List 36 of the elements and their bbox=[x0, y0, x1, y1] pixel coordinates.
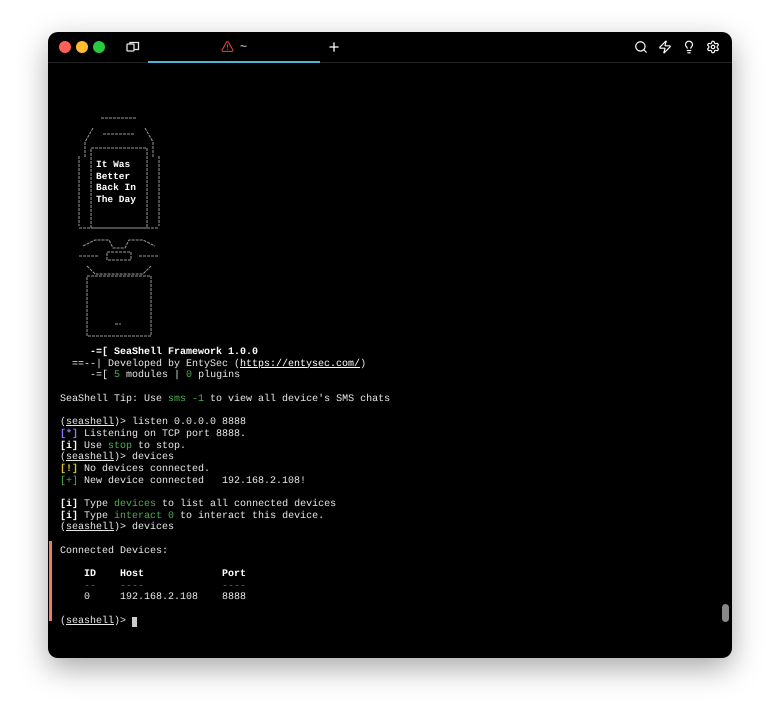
terminal-line: [!] No devices connected. bbox=[60, 464, 210, 476]
zoom-button[interactable] bbox=[93, 41, 105, 53]
terminal-line: (seashell)> listen 0.0.0.0 8888 bbox=[60, 417, 246, 428]
terminal-line: ==--| Developed by EntySec (https://entysec.com/) bbox=[71, 358, 366, 370]
splash-text: Back In bbox=[96, 182, 136, 194]
splash-text: The Day bbox=[96, 194, 136, 206]
scrollbar-thumb[interactable] bbox=[722, 604, 729, 622]
terminal-tab[interactable]: ~ bbox=[148, 32, 320, 62]
close-button[interactable] bbox=[59, 41, 71, 53]
terminal-line: -=[ 5 modules | 0 plugins bbox=[89, 370, 240, 382]
terminal-line: [i] Use stop to stop. bbox=[60, 440, 186, 452]
panels-icon[interactable] bbox=[126, 41, 140, 53]
terminal-line: 0 192.168.2.108 8888 bbox=[83, 592, 246, 604]
terminal-line: [*] Listening on TCP port 8888. bbox=[60, 428, 246, 440]
link[interactable]: https://entysec.com/ bbox=[240, 358, 360, 370]
cursor bbox=[132, 616, 138, 627]
new-tab-icon[interactable] bbox=[327, 40, 341, 54]
terminal-line: -- ---- ---- bbox=[83, 580, 246, 592]
settings-icon[interactable] bbox=[706, 40, 720, 54]
splash-text: It Was bbox=[96, 159, 132, 171]
warning-icon bbox=[220, 40, 234, 52]
terminal-line: [+] New device connected 192.168.2.108! bbox=[60, 476, 306, 488]
lightning-icon[interactable] bbox=[658, 40, 672, 54]
lightbulb-icon[interactable] bbox=[682, 40, 696, 54]
minimize-button[interactable] bbox=[76, 41, 88, 53]
terminal-line: SeaShell Tip: Use sms -1 to view all device's SMS chats bbox=[60, 394, 390, 406]
command-prompt: (seashell)> bbox=[60, 616, 128, 628]
terminal-line: (seashell)> devices bbox=[60, 522, 174, 534]
search-icon[interactable] bbox=[634, 40, 648, 54]
terminal-line: [i] Type devices to list all connected devices bbox=[60, 498, 336, 510]
terminal-line: ID Host Port bbox=[83, 569, 246, 581]
terminal-line: -=[ SeaShell Framework 1.0.0 bbox=[89, 347, 258, 358]
terminal-line: (seashell)> devices bbox=[60, 452, 174, 464]
terminal-line: [i] Type interact 0 to interact this device. bbox=[60, 510, 324, 522]
terminal-line: Connected Devices: bbox=[60, 546, 168, 558]
splash-text: Better bbox=[96, 170, 132, 182]
